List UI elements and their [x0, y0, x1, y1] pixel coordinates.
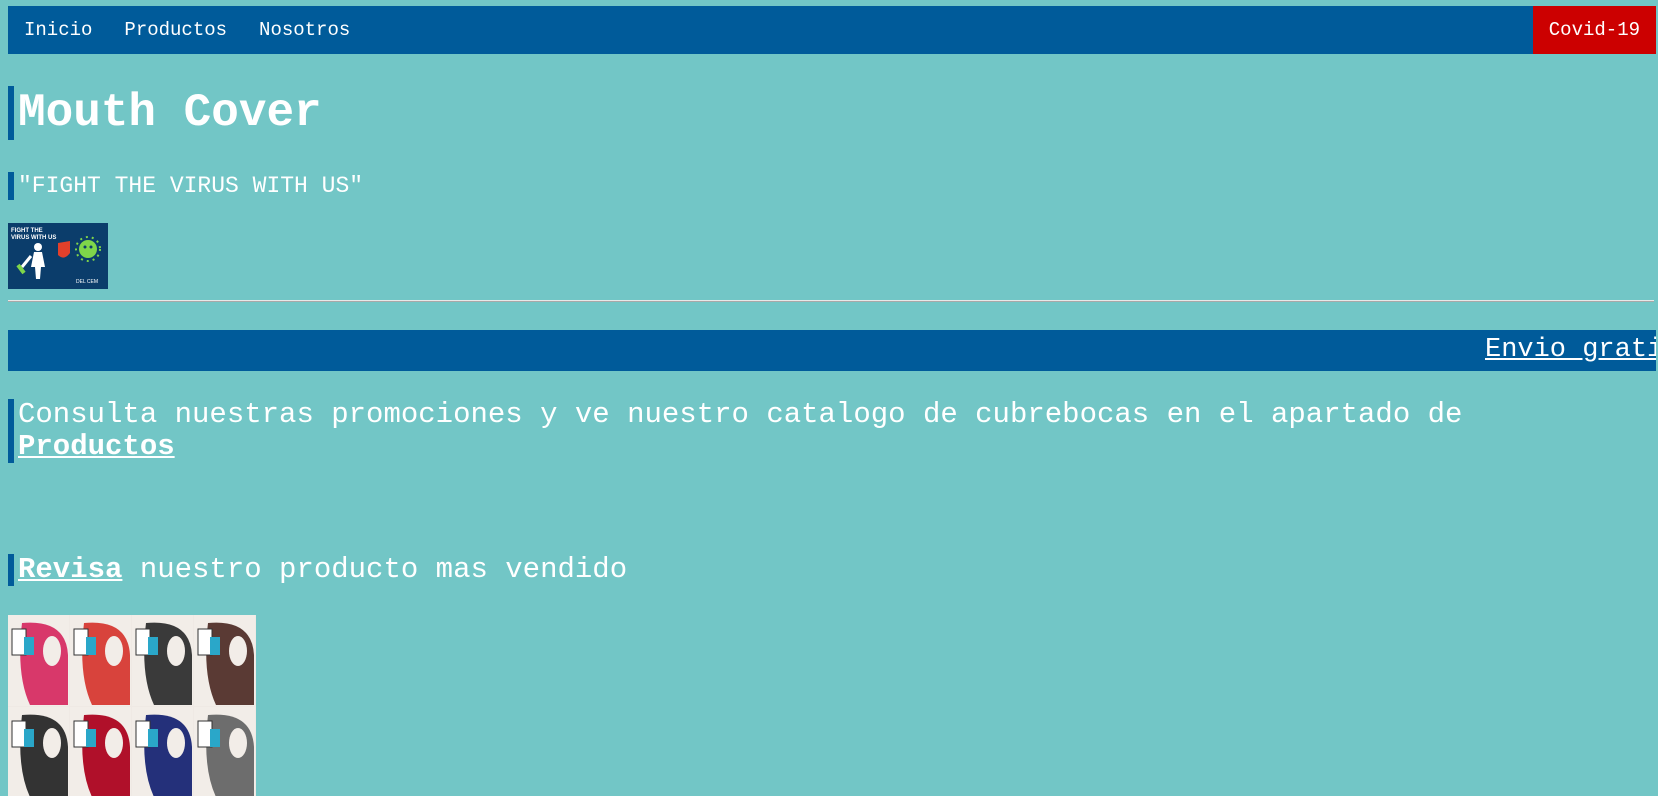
mask-label-blue: [86, 729, 96, 747]
mask-shape: [82, 714, 130, 796]
mask-shape: [144, 622, 192, 705]
nav-nosotros[interactable]: Nosotros: [243, 6, 366, 54]
mask-shape: [20, 714, 68, 796]
mask-label-tag: [73, 720, 89, 748]
masks-photo: [8, 615, 255, 796]
mask-label-tag: [135, 628, 151, 656]
mask-label-tag: [197, 720, 213, 748]
mask-shape: [20, 622, 68, 705]
revisa-link[interactable]: Revisa: [18, 553, 122, 586]
mask-label-tag: [11, 720, 27, 748]
page-title: Mouth Cover: [8, 86, 322, 140]
mask-ear-hole: [167, 636, 185, 666]
mask-ear-hole: [43, 728, 61, 758]
mask-shape: [82, 622, 130, 705]
tagline: "FIGHT THE VIRUS WITH US": [8, 172, 363, 200]
nav-covid-19[interactable]: Covid-19: [1532, 6, 1656, 54]
mask-label-blue: [24, 729, 34, 747]
mask-ear-hole: [43, 636, 61, 666]
mask-ear-hole: [229, 636, 247, 666]
mask-label-tag: [11, 628, 27, 656]
nav-productos[interactable]: Productos: [108, 6, 243, 54]
fight-virus-image: FIGHT THE VIRUS WITH US DEL CEM: [8, 223, 108, 289]
bestseller-line: Revisa nuestro producto mas vendido: [8, 554, 627, 586]
bestseller-text: nuestro producto mas vendido: [122, 553, 628, 586]
mask-shape: [144, 714, 192, 796]
fight-virus-illustration: FIGHT THE VIRUS WITH US DEL CEM: [8, 223, 108, 289]
mask-label-blue: [210, 729, 220, 747]
mask-label-blue: [148, 637, 158, 655]
divider: [8, 300, 1654, 302]
mask-ear-hole: [105, 728, 123, 758]
mask-label-tag: [135, 720, 151, 748]
promo-text: Consulta nuestras promociones y ve nuest…: [18, 398, 1463, 431]
marquee-link[interactable]: Envio gratis: [1485, 330, 1656, 371]
promo-marquee: Envio gratis: [8, 330, 1656, 371]
bestseller-masks-image: [8, 615, 256, 796]
mask-label-blue: [210, 637, 220, 655]
mask-label-blue: [86, 637, 96, 655]
nav-inicio[interactable]: Inicio: [8, 6, 108, 54]
banner-line1: FIGHT THE: [11, 228, 43, 234]
mask-label-blue: [148, 729, 158, 747]
mask-ear-hole: [105, 636, 123, 666]
banner-footer: DEL CEM: [76, 279, 98, 285]
mask-label-tag: [197, 628, 213, 656]
banner-line2: VIRUS WITH US: [11, 235, 56, 241]
productos-link[interactable]: Productos: [18, 430, 175, 463]
promo-paragraph: Consulta nuestras promociones y ve nuest…: [8, 399, 1538, 463]
mask-shape: [206, 622, 254, 705]
mask-shape: [206, 714, 254, 796]
mask-ear-hole: [167, 728, 185, 758]
mask-label-tag: [73, 628, 89, 656]
mask-ear-hole: [229, 728, 247, 758]
top-nav: Inicio Productos Nosotros Covid-19: [8, 6, 1656, 54]
mask-label-blue: [24, 637, 34, 655]
